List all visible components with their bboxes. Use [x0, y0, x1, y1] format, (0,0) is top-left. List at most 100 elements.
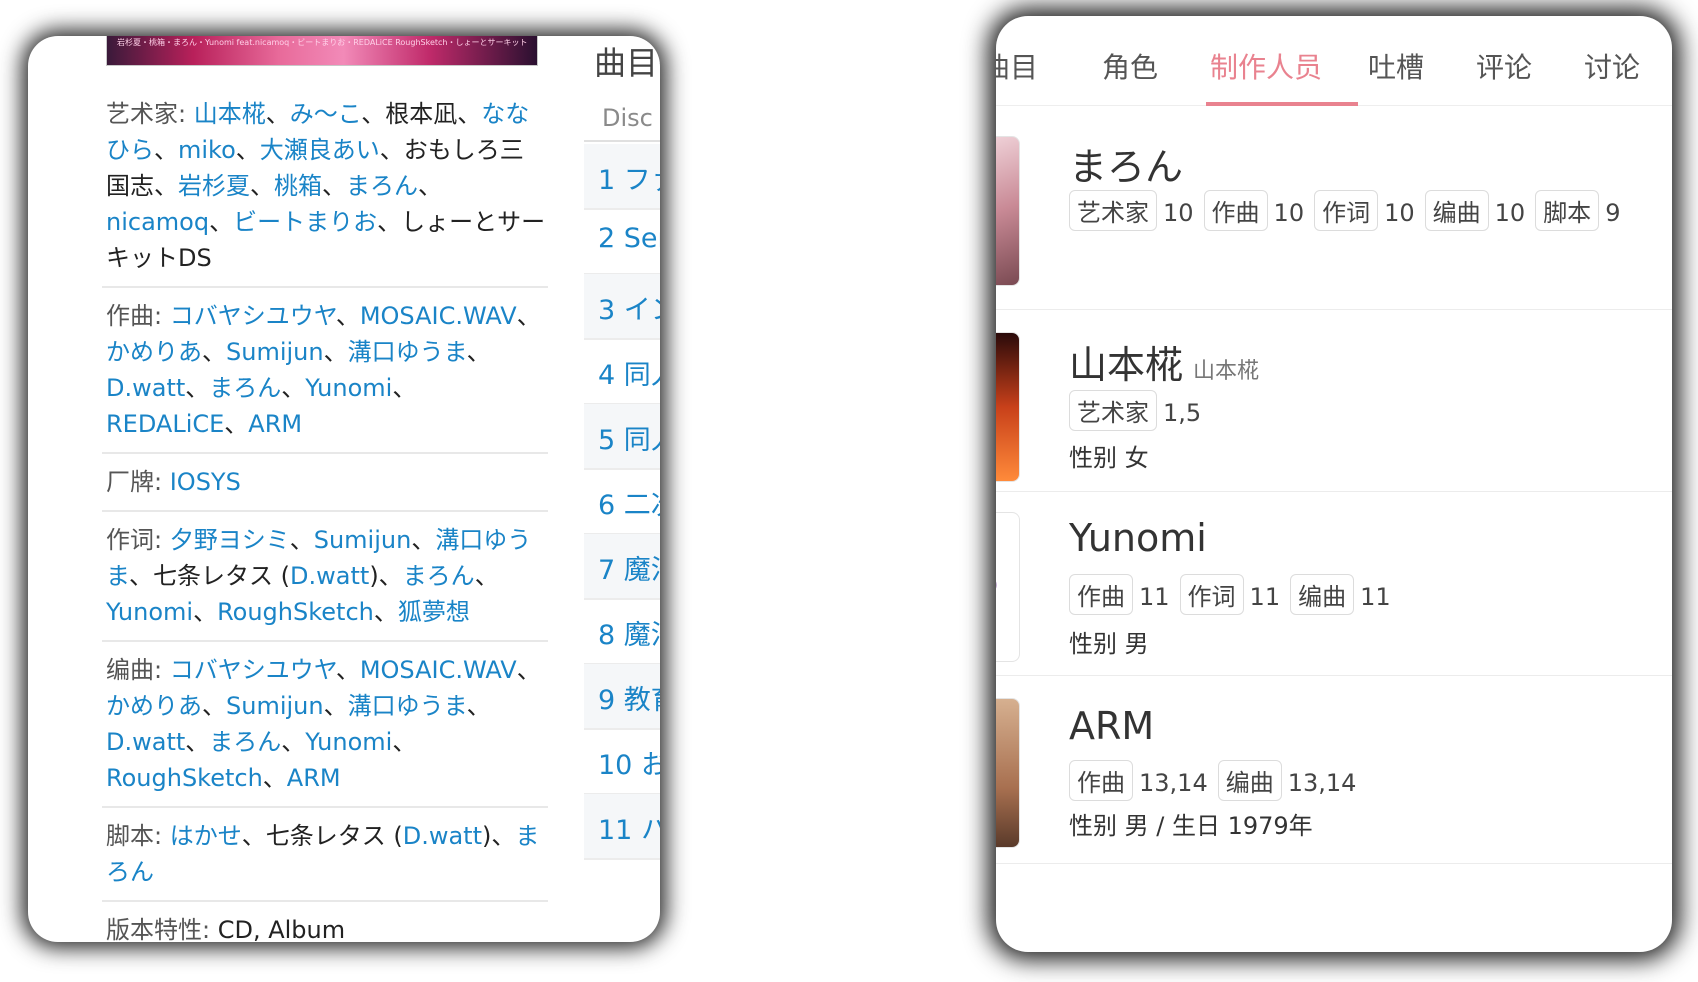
credit-link[interactable]: まろん: [209, 374, 281, 402]
credit-link[interactable]: ARM: [287, 764, 341, 792]
track-row[interactable]: 11 ハ: [584, 794, 660, 860]
credit-link[interactable]: MOSAIC.WAV: [360, 656, 517, 684]
credit-link[interactable]: まろん: [346, 172, 418, 200]
track-title[interactable]: 9 教育: [598, 685, 660, 716]
tab-comments-short[interactable]: 吐槽: [1368, 46, 1424, 86]
track-row[interactable]: 2 Ser: [584, 209, 660, 275]
credit-link[interactable]: D.watt: [290, 562, 369, 590]
credit-link[interactable]: み～こ: [290, 100, 362, 128]
credit-link[interactable]: コバヤシユウヤ: [170, 302, 336, 330]
tab-characters[interactable]: 角色: [1102, 46, 1158, 86]
credit-link[interactable]: Yunomi: [106, 598, 193, 626]
credit-label: 厂牌:: [106, 468, 170, 496]
staff-name[interactable]: 山本椛 山本椛: [1069, 334, 1259, 389]
track-row[interactable]: 9 教育: [584, 664, 660, 730]
credit-link[interactable]: 溝口ゆうま: [348, 338, 467, 366]
staff-avatar[interactable]: [996, 512, 1020, 662]
staff-item-yunomi[interactable]: Yunomi 作曲 11 作词 11 编曲 11 性别 男: [996, 492, 1672, 676]
credit-text: 、: [322, 172, 346, 200]
track-row[interactable]: 6 二次: [584, 469, 660, 535]
track-title[interactable]: 1 ファ: [598, 165, 660, 196]
credit-text: 、: [289, 526, 314, 554]
staff-name[interactable]: まろん: [1069, 136, 1183, 191]
track-title[interactable]: 6 二次: [598, 490, 660, 521]
tab-discussion[interactable]: 讨论: [1584, 46, 1640, 86]
credit-link[interactable]: 桃箱: [274, 172, 322, 200]
staff-name[interactable]: ARM: [1069, 704, 1154, 748]
credit-link[interactable]: nicamoq: [106, 208, 209, 236]
credit-text: 、: [373, 598, 398, 626]
track-title[interactable]: 10 お: [598, 750, 660, 781]
staff-item-arm[interactable]: ARM 作曲 13,14 编曲 13,14 性别 男 / 生日 1979年: [996, 676, 1672, 864]
credit-row-lyricist: 作词: 夕野ヨシミ、Sumijun、溝口ゆうま、七条レタス (D.watt)、ま…: [102, 512, 548, 642]
staff-item-maron[interactable]: まろん 艺术家 10 作曲 10 作词 10 编曲 10 脚本 9: [996, 136, 1672, 310]
credit-link[interactable]: まろん: [403, 562, 475, 590]
credit-link[interactable]: 夕野ヨシミ: [170, 526, 290, 554]
track-row[interactable]: 1 ファ: [584, 144, 660, 210]
credit-link[interactable]: Sumijun: [314, 526, 412, 554]
tab-reviews[interactable]: 评论: [1476, 46, 1532, 86]
credit-link[interactable]: Sumijun: [226, 338, 324, 366]
credit-text: 、: [265, 100, 290, 128]
track-title[interactable]: 2 Ser: [598, 223, 660, 254]
credit-link[interactable]: 溝口ゆうま: [348, 692, 467, 720]
credit-link[interactable]: ARM: [248, 410, 302, 438]
credit-link[interactable]: miko: [178, 136, 236, 164]
track-row[interactable]: 3 イン: [584, 274, 660, 340]
track-title[interactable]: 11 ハ: [598, 815, 660, 846]
credit-link[interactable]: D.watt: [403, 822, 482, 850]
staff-alt-name: 山本椛: [1193, 359, 1260, 384]
credit-row-edition: 版本特性: CD, Album: [102, 902, 548, 942]
credit-link[interactable]: D.watt: [106, 728, 185, 756]
credit-text: 、: [474, 562, 499, 590]
track-title[interactable]: 4 同人: [598, 360, 660, 391]
staff-avatar[interactable]: [996, 698, 1020, 848]
credit-link[interactable]: まろん: [209, 728, 281, 756]
credit-link[interactable]: Yunomi: [305, 728, 392, 756]
track-row[interactable]: 5 同人: [584, 404, 660, 470]
staff-roles: 艺术家 1,5: [1069, 390, 1211, 431]
credit-text: 、: [202, 338, 226, 366]
track-row[interactable]: 7 魔法: [584, 534, 660, 600]
staff-item-yamamoto[interactable]: 山本椛 山本椛 艺术家 1,5 性别 女: [996, 310, 1672, 492]
credit-link[interactable]: D.watt: [106, 374, 185, 402]
track-row[interactable]: 10 おなひら: [584, 729, 660, 819]
track-title[interactable]: 8 魔法: [598, 620, 660, 651]
track-row[interactable]: 8 魔法: [584, 599, 660, 665]
credit-link[interactable]: IOSYS: [170, 468, 241, 496]
credit-text: 、: [457, 100, 482, 128]
credit-link[interactable]: MOSAIC.WAV: [360, 302, 517, 330]
credit-link[interactable]: かめりあ: [106, 692, 202, 720]
credit-link[interactable]: RoughSketch: [217, 598, 374, 626]
credit-link[interactable]: ビートまりお: [233, 208, 377, 236]
tab-tracks[interactable]: 曲目: [996, 46, 1038, 86]
credit-link[interactable]: かめりあ: [106, 338, 202, 366]
credit-link[interactable]: REDALiCE: [106, 410, 224, 438]
track-title[interactable]: 7 魔法: [598, 555, 660, 586]
credit-link[interactable]: RoughSketch: [106, 764, 263, 792]
credit-link[interactable]: 狐夢想: [398, 598, 470, 626]
staff-name[interactable]: Yunomi: [1069, 516, 1207, 560]
track-row[interactable]: 4 同人: [584, 339, 660, 405]
credit-link[interactable]: 大瀬良あい: [260, 136, 380, 164]
credit-link[interactable]: Yunomi: [305, 374, 392, 402]
staff-avatar[interactable]: [996, 136, 1020, 286]
credit-text: 、: [262, 764, 287, 792]
track-title[interactable]: 5 同人: [598, 425, 660, 456]
credit-text: 、七条レタス (: [129, 562, 291, 590]
credit-link[interactable]: コバヤシユウヤ: [170, 656, 336, 684]
credit-link[interactable]: はかせ: [170, 822, 242, 850]
credit-text: 、: [235, 136, 260, 164]
track-title[interactable]: 3 イン: [598, 295, 660, 326]
album-credits: 艺术家: 山本椛、み～こ、根本凪、ななひら、miko、大瀬良あい、おもしろ三国志…: [102, 86, 548, 942]
credit-link[interactable]: 岩杉夏: [178, 172, 250, 200]
credit-link[interactable]: Sumijun: [226, 692, 324, 720]
credit-label: 版本特性:: [106, 916, 218, 942]
credit-link[interactable]: 山本椛: [194, 100, 266, 128]
tab-staff[interactable]: 制作人员: [1210, 46, 1322, 86]
track-list: 曲目列表 Disc 1 1 ファ 2 Ser 3 イン 4 同人 5 同人 6 二次 7 魔…: [584, 36, 660, 942]
credit-text: 、七条レタス (: [241, 822, 403, 850]
staff-avatar[interactable]: [996, 332, 1020, 482]
role-tracks: 13,14: [1287, 769, 1357, 797]
role-tag: 脚本: [1535, 190, 1600, 231]
